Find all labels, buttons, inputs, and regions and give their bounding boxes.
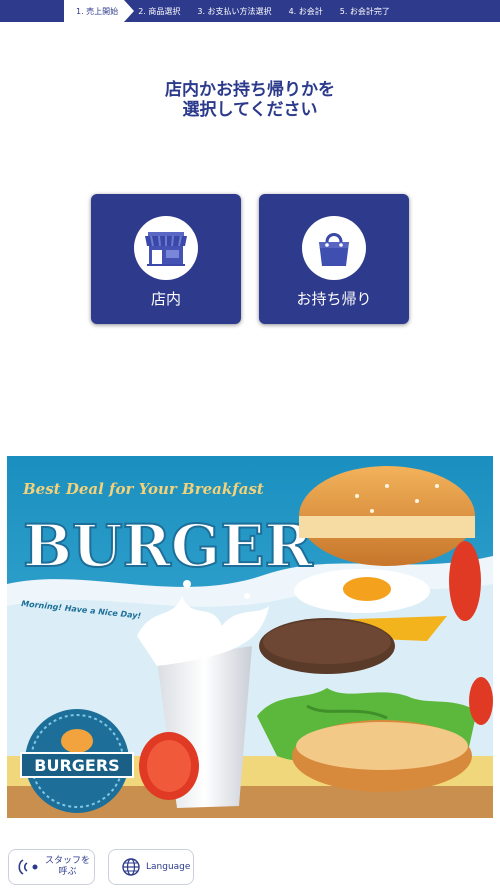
title-line-2: 選択してください — [182, 100, 318, 120]
call-bell-icon — [18, 859, 38, 875]
step-label: 5. お会計完了 — [339, 6, 390, 16]
step-label: 1. 売上開始 — [76, 6, 119, 16]
step-2-product-select: 2. 商品選択 — [124, 0, 188, 22]
eat-in-label: 店内 — [150, 290, 181, 308]
call-staff-line-1: スタッフを — [45, 856, 91, 866]
takeout-label: お持ち帰り — [296, 290, 372, 308]
banner-title: BURGER — [23, 512, 314, 580]
language-button[interactable]: Language — [108, 849, 194, 885]
eat-in-button[interactable]: 店内 — [91, 194, 241, 324]
step-3-payment-method: 3. お支払い方法選択 — [188, 0, 279, 22]
step-label: 4. お会計 — [288, 6, 323, 16]
page-title: 店内かお持ち帰りかを 選択してください — [0, 80, 500, 120]
step-4-checkout: 4. お会計 — [280, 0, 331, 22]
step-label: 3. お支払い方法選択 — [197, 6, 272, 16]
badge-text: BURGERS — [34, 756, 119, 775]
language-label: Language — [146, 862, 191, 872]
shopping-bag-icon — [319, 233, 349, 266]
globe-icon — [122, 858, 140, 876]
progress-step-bar: 1. 売上開始 2. 商品選択 3. お支払い方法選択 4. お会計 5. お会… — [0, 0, 500, 22]
bag-icon-circle — [302, 216, 366, 280]
takeout-button[interactable]: お持ち帰り — [259, 194, 409, 324]
burger-promo-banner: Best Deal for Your Breakfast BURGER Morn… — [7, 456, 493, 818]
call-staff-label: スタッフを 呼ぶ — [45, 856, 90, 878]
call-staff-button[interactable]: スタッフを 呼ぶ — [8, 849, 95, 885]
banner-tagline: Best Deal for Your Breakfast — [22, 480, 264, 498]
step-5-checkout-complete: 5. お会計完了 — [331, 0, 398, 22]
call-staff-line-2: 呼ぶ — [58, 867, 77, 877]
step-1-sales-start: 1. 売上開始 — [64, 0, 135, 22]
store-icon — [145, 232, 187, 266]
step-label: 2. 商品選択 — [138, 6, 181, 16]
store-icon-circle — [134, 216, 198, 280]
title-line-1: 店内かお持ち帰りかを — [165, 80, 335, 100]
banner-illustration: Best Deal for Your Breakfast BURGER Morn… — [7, 456, 493, 818]
